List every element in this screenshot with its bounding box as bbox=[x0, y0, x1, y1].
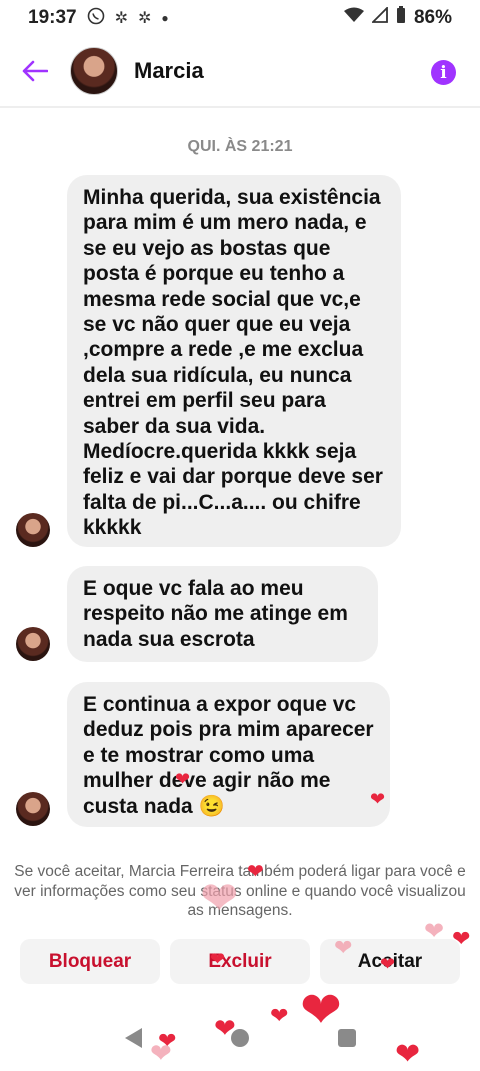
contact-name[interactable]: Marcia bbox=[134, 58, 204, 84]
delete-button[interactable]: Excluir bbox=[170, 939, 310, 984]
heart-icon: ❤ bbox=[175, 769, 191, 789]
heart-icon: ❤ bbox=[424, 918, 445, 945]
wifi-icon bbox=[343, 7, 364, 29]
message-bubble[interactable]: E oque vc fala ao meu respeito não me at… bbox=[67, 566, 378, 662]
heart-icon: ❤ bbox=[150, 1038, 172, 1068]
battery-level: 86% bbox=[413, 7, 452, 28]
block-button[interactable]: Bloquear bbox=[20, 939, 160, 984]
message-timestamp: QUI. ÀS 21:21 bbox=[187, 138, 293, 155]
heart-icon: ❤ bbox=[210, 949, 226, 969]
heart-icon: ❤ bbox=[247, 861, 264, 883]
status-bar: 19:37 ✲ ✲ ● 86% bbox=[0, 0, 480, 36]
chat-header: Marcia i bbox=[0, 36, 480, 108]
message-bubble[interactable]: E continua a expor oque vc deduz pois pr… bbox=[67, 682, 390, 827]
heart-icon: ❤ bbox=[380, 954, 396, 974]
sender-avatar bbox=[16, 627, 50, 661]
sender-avatar bbox=[16, 513, 50, 547]
heart-icon: ❤ bbox=[452, 926, 471, 951]
info-icon[interactable]: i bbox=[431, 60, 456, 85]
contact-avatar[interactable] bbox=[70, 47, 118, 95]
signal-icon bbox=[370, 5, 388, 29]
dot-icon: ● bbox=[161, 11, 169, 25]
sender-avatar bbox=[16, 792, 50, 826]
arrow-left-icon bbox=[22, 60, 48, 82]
heart-icon: ❤ bbox=[300, 982, 342, 1038]
app-icon: ✲ bbox=[114, 10, 129, 27]
whatsapp-icon bbox=[87, 7, 105, 30]
app-icon: ✲ bbox=[138, 10, 152, 27]
battery-icon bbox=[396, 6, 406, 30]
heart-icon: ❤ bbox=[270, 1003, 289, 1028]
heart-icon: ❤ bbox=[214, 1013, 236, 1043]
heart-icon: ❤ bbox=[334, 935, 353, 960]
status-time: 19:37 bbox=[28, 7, 77, 28]
message-request-notice: Se você aceitar, Marcia Ferreira também … bbox=[14, 863, 466, 919]
message-bubble[interactable]: Minha querida, sua existência para mim é… bbox=[67, 175, 401, 547]
heart-icon: ❤ bbox=[200, 872, 239, 924]
nav-back-icon[interactable] bbox=[124, 1028, 142, 1048]
back-button[interactable] bbox=[0, 35, 70, 107]
heart-icon: ❤ bbox=[370, 789, 386, 809]
